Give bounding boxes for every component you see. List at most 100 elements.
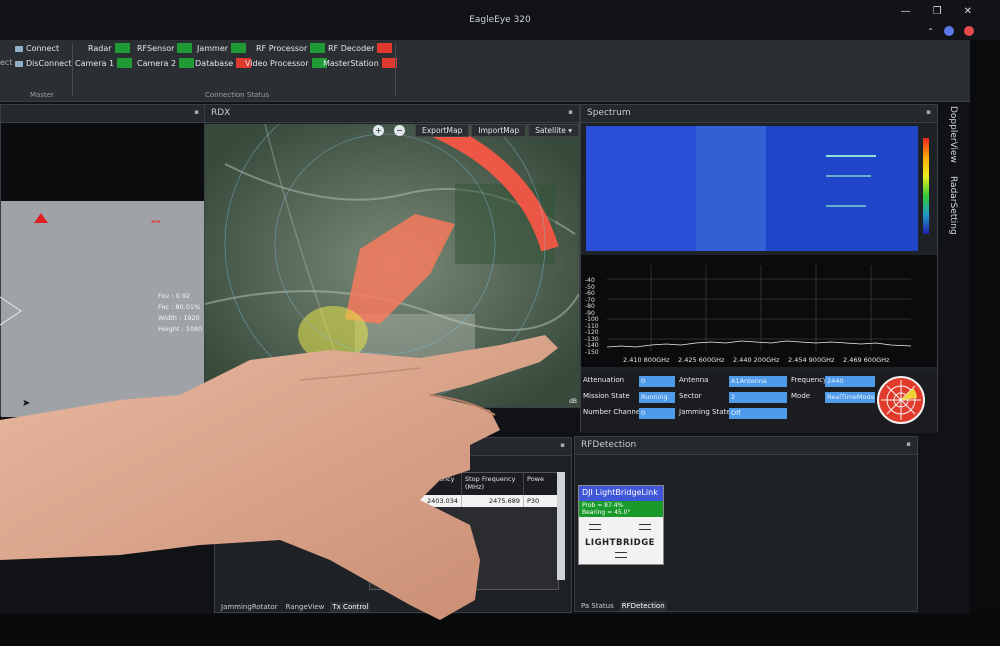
pin-icon[interactable]: ▪ (194, 108, 199, 116)
rdx-panel-header: RDX ▪ (205, 105, 579, 123)
tab-jamming-rotator[interactable]: JammingRotator (219, 602, 280, 612)
spectrum-panel: Spectrum ▪ -40 -50 -60 -70 -80 -90 -100 -110 -12… (580, 104, 938, 433)
antenna-field[interactable]: A1Antenna (729, 376, 787, 387)
spectrum-x-tick: 2.440 200GHz (733, 356, 780, 364)
status-rf-decoder: RF Decoder (328, 43, 393, 53)
mode-label: Mode (791, 392, 811, 400)
monitor-bezel-bottom (0, 614, 1000, 646)
clipped-ribbon-text: ect (0, 58, 13, 67)
map-corner-label: dB (569, 398, 577, 405)
tab-radar-setting[interactable]: RadarSetting (948, 176, 958, 235)
title-bar: EagleEye 320 — ❐ ✕ ⌃ (0, 0, 1000, 40)
spectrum-plot: -40 -50 -60 -70 -80 -90 -100 -110 -120 -130 -140 -1… (581, 255, 937, 367)
detection-card[interactable]: DJI LightBridgeLink Prob = 87.4% Bearing… (578, 485, 664, 565)
frequency-field[interactable]: 2440 (825, 376, 875, 387)
zoom-in-icon[interactable]: + (373, 125, 384, 136)
window-title: EagleEye 320 (469, 15, 531, 25)
vertical-scrollbar[interactable] (557, 472, 565, 580)
disconnect-button[interactable]: DisConnect (15, 59, 72, 68)
waterfall-pattern (586, 126, 876, 251)
pin-icon[interactable]: ▪ (926, 108, 931, 116)
status-label: RF Processor (256, 43, 308, 53)
jamming-state-label: Jamming State (679, 408, 731, 416)
alert-icon[interactable] (964, 26, 974, 36)
status-label: Radar (88, 43, 112, 53)
close-button[interactable]: ✕ (964, 6, 972, 17)
side-tabs: DopplerView RadarSetting (944, 106, 966, 246)
rdx-panel: RDX ▪ + − ExportMap ImportMap Satellite … (204, 104, 580, 408)
map-type-value: Satellite (535, 126, 566, 135)
target-marker-icon (34, 213, 48, 223)
detection-card-title: DJI LightBridgeLink (579, 486, 663, 501)
antenna-label: Antenna (679, 376, 709, 384)
sector-label: Sector (679, 392, 702, 400)
pin-icon[interactable]: ▪ (568, 108, 573, 116)
rf-detection-header: RFDetection ▪ (575, 437, 917, 455)
status-camera-2: Camera 2 (137, 58, 195, 68)
drone-icon (615, 552, 627, 558)
tab-tx-control[interactable]: Tx Control (330, 602, 371, 612)
sector-field[interactable]: 2 (729, 392, 787, 403)
status-label: RF Decoder (328, 43, 375, 53)
tab-doppler-view[interactable]: DopplerView (948, 106, 958, 163)
parameters-panel: Attenuation 0 Antenna A1Antenna Frequenc… (581, 373, 937, 433)
spectrum-trace (606, 265, 912, 351)
chevron-up-icon[interactable]: ⌃ (927, 27, 934, 36)
status-led (114, 43, 130, 53)
spectrum-title: Spectrum (587, 108, 631, 118)
spectrum-panel-header: Spectrum ▪ (581, 105, 937, 123)
frequency-label: Frequency (791, 376, 828, 384)
connect-label: Connect (26, 44, 60, 53)
status-led (231, 43, 247, 53)
minimize-button[interactable]: — (901, 6, 911, 17)
camera-view[interactable]: ▬▬ Fov : 0.92 Foc : 80.01% Width : 1920 … (0, 201, 205, 417)
row-checkbox[interactable]: ☑ (370, 495, 400, 507)
status-video-processor: Video Processor (245, 58, 327, 68)
mode-field[interactable]: RealTimeMode (825, 392, 875, 403)
tab-rf-detection[interactable]: RFDetection (619, 601, 667, 611)
radar-compass-icon[interactable] (877, 376, 925, 424)
disconnect-icon (15, 60, 23, 67)
camera-panel-header: ▪ (1, 105, 205, 123)
pin-icon[interactable]: ▪ (560, 441, 565, 449)
status-led (310, 43, 326, 53)
spectrum-waterfall (586, 126, 918, 251)
import-map-button[interactable]: ImportMap (471, 124, 527, 137)
table-cell-start[interactable]: 2403.034 (400, 495, 462, 507)
grid-header-power: Powe (524, 473, 558, 495)
jamming-state-field[interactable]: Off (729, 408, 787, 419)
status-masterstation: MasterStation (323, 58, 397, 68)
color-scale-bar (923, 138, 929, 234)
map-type-select[interactable]: Satellite ▾ (528, 124, 579, 137)
mission-state-field[interactable]: Running (639, 392, 675, 403)
export-map-button[interactable]: ExportMap (415, 124, 470, 137)
status-rfsensor: RFSensor (137, 43, 193, 53)
detection-zone (298, 306, 368, 362)
restore-button[interactable]: ❐ (933, 6, 942, 17)
tx-bottom-tabs: JammingRotator RangeView Tx Control (219, 602, 371, 612)
table-cell-stop[interactable]: 2475.689 (462, 495, 524, 507)
frequency-grid: Start Frequency (MHz) Stop Frequency (MH… (369, 472, 559, 590)
table-cell-power[interactable]: P30 (524, 495, 558, 507)
attenuation-label: Attenuation (583, 376, 625, 384)
ribbon-separator (395, 44, 396, 96)
tab-pa-status[interactable]: Pa Status (579, 601, 616, 611)
zoom-out-icon[interactable]: − (394, 125, 405, 136)
network-icon[interactable] (944, 26, 954, 36)
camera-width: Width : 1920 (158, 314, 200, 322)
status-camera-1: Camera 1 (75, 58, 133, 68)
crosshair-icon (0, 296, 22, 326)
detection-bearing: Bearing = 45.0° (582, 509, 631, 516)
disconnect-label: DisConnect (26, 59, 72, 68)
attenuation-field[interactable]: 0 (639, 376, 675, 387)
tab-range-view[interactable]: RangeView (284, 602, 327, 612)
camera-info: Fov : 0.92 Foc : 80.01% Width : 1920 Hei… (158, 291, 202, 335)
connect-button[interactable]: Connect (15, 44, 59, 53)
status-led (179, 58, 195, 68)
number-channel-field[interactable]: 0 (639, 408, 675, 419)
satellite-map[interactable]: + − ExportMap ImportMap Satellite ▾ dB (205, 124, 579, 407)
camera-dark-area (1, 123, 207, 201)
tx-panel-header: ▪ (215, 438, 571, 456)
spectrum-x-tick: 2.469 600GHz (843, 356, 890, 364)
pin-icon[interactable]: ▪ (906, 440, 911, 448)
